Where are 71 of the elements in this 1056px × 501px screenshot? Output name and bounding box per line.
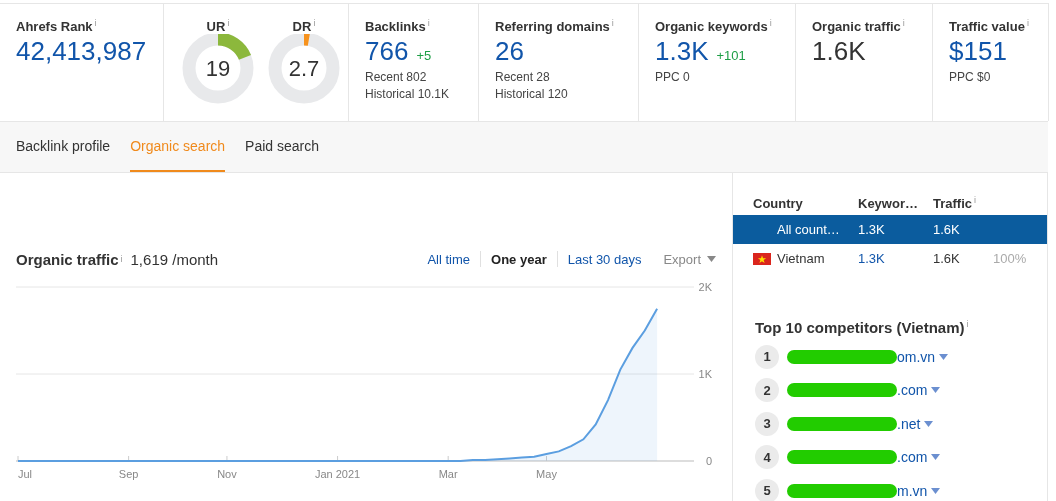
- metric-value: 1.6K: [812, 36, 866, 68]
- metric-change: +5: [416, 48, 432, 64]
- metric-label: Referring domains: [495, 19, 610, 35]
- keyword-count: 1.3K: [858, 222, 885, 237]
- metric-detail: Recent 802: [365, 70, 428, 85]
- country-name: Vietnam: [777, 251, 825, 266]
- caret-icon[interactable]: [939, 353, 949, 360]
- gauge-value: 2.7: [287, 56, 321, 82]
- rank-badge: 2: [755, 378, 779, 403]
- axis-label: May: [536, 468, 557, 480]
- column-header: Country: [753, 195, 803, 211]
- caret-icon: [707, 256, 716, 262]
- competitor-link[interactable]: .com: [897, 449, 928, 466]
- column-header: Traffic: [933, 196, 972, 212]
- flag-icon: [753, 252, 771, 265]
- metric-value[interactable]: 26: [495, 36, 524, 68]
- caret-icon[interactable]: [924, 420, 934, 427]
- axis-label: 1K: [698, 368, 712, 380]
- axis-label: 0: [705, 455, 712, 467]
- metric-label: Organic traffic: [812, 19, 901, 35]
- axis-label: Sep: [118, 468, 139, 480]
- tab[interactable]: Backlink profile: [16, 122, 111, 172]
- column-header: Keywor…: [858, 195, 918, 211]
- tab[interactable]: Paid search: [245, 122, 320, 172]
- metric-label: Organic keywords: [655, 19, 768, 35]
- metric-value[interactable]: $151: [949, 36, 1007, 68]
- keyword-count[interactable]: 1.3K: [858, 251, 885, 266]
- metric-detail: Recent 28: [495, 70, 551, 85]
- metric-label: Ahrefs Rank: [16, 19, 93, 35]
- rank-badge: 5: [755, 478, 779, 501]
- country-row[interactable]: Vietnam 1.3K 1.6K 100%: [733, 244, 1047, 273]
- caret-icon[interactable]: [931, 454, 941, 461]
- competitor-link[interactable]: om.vn: [897, 348, 936, 365]
- axis-label: 2K: [698, 281, 712, 293]
- traffic-count: 1.6K: [933, 251, 960, 266]
- metric-label: Traffic value: [949, 19, 1025, 35]
- metric-value[interactable]: 766: [365, 36, 409, 68]
- axis-label: Jan 2021: [314, 468, 361, 480]
- gauge-value: 19: [204, 56, 232, 82]
- metric-value[interactable]: 1.3K: [655, 36, 709, 68]
- range-button[interactable]: Last 30 days: [557, 251, 652, 267]
- metric-change: +101: [716, 48, 746, 64]
- traffic-count: 1.6K: [933, 222, 960, 237]
- range-button[interactable]: One year: [481, 251, 557, 267]
- competitor-link[interactable]: m.vn: [897, 482, 928, 499]
- chart-title: Organic traffic: [16, 250, 119, 268]
- traffic-share: 100%: [993, 251, 1027, 266]
- axis-label: Nov: [217, 468, 237, 480]
- metric-value[interactable]: 42,413,987: [16, 36, 147, 68]
- section-title: Top 10 competitors (Vietnam): [755, 319, 965, 336]
- metric-detail: Historical 120: [495, 87, 569, 102]
- caret-icon[interactable]: [931, 487, 941, 494]
- metric-label: Backlinks: [365, 19, 426, 35]
- gauge-label: UR: [206, 19, 226, 35]
- export-button[interactable]: Export: [663, 251, 716, 267]
- metric-detail: PPC 0: [655, 70, 691, 85]
- traffic-summary: 1,619 /month: [130, 250, 219, 268]
- gauge-label: DR: [292, 19, 312, 35]
- selected-row[interactable]: All count… 1.3K 1.6K: [733, 215, 1047, 244]
- rank-badge: 1: [755, 344, 779, 369]
- rank-badge: 4: [755, 445, 779, 470]
- country-name: All count…: [777, 222, 840, 237]
- metric-detail: Historical 10.1K: [365, 87, 451, 102]
- competitor-link[interactable]: .com: [897, 382, 928, 399]
- competitor-link[interactable]: .net: [897, 415, 921, 432]
- axis-label: Jul: [18, 468, 33, 480]
- caret-icon[interactable]: [931, 387, 941, 394]
- rank-badge: 3: [755, 411, 779, 436]
- metric-detail: PPC $0: [949, 70, 992, 85]
- range-button[interactable]: All time: [417, 251, 481, 267]
- axis-label: Mar: [438, 468, 458, 480]
